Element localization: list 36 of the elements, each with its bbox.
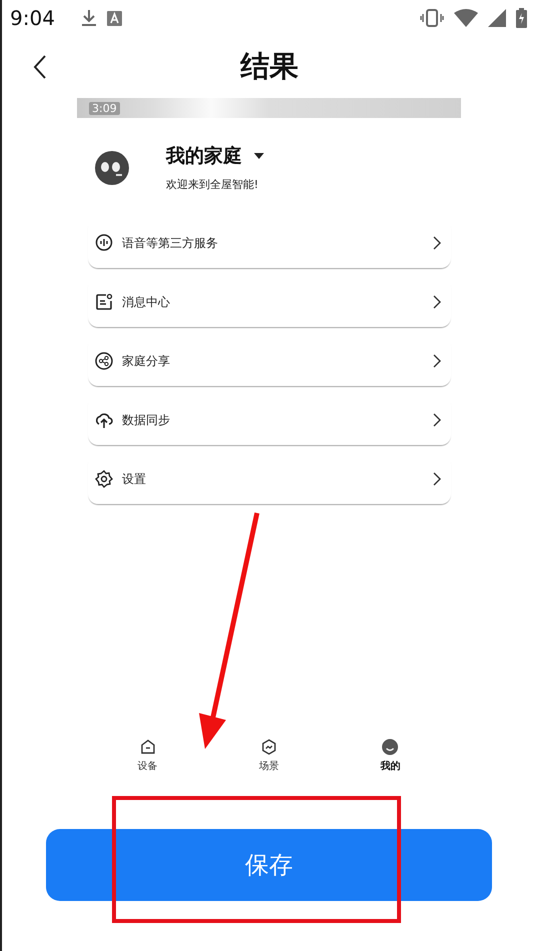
voice-icon: [95, 234, 113, 252]
page-title: 结果: [240, 48, 298, 85]
screenshot-status-time: 3:09: [89, 102, 120, 114]
chevron-right-icon: [433, 236, 441, 250]
nav-tab[interactable]: 设备: [118, 739, 178, 773]
profile-icon: [382, 739, 398, 755]
vibrate-icon: [420, 9, 444, 27]
chevron-right-icon: [433, 413, 441, 427]
message-icon: [95, 293, 113, 311]
share-icon: [95, 352, 113, 370]
welcome-text: 欢迎来到全屋智能!: [166, 177, 260, 192]
menu-item[interactable]: 消息中心: [88, 277, 451, 327]
back-icon[interactable]: [33, 55, 47, 79]
menu-item[interactable]: 数据同步: [88, 395, 451, 445]
signal-icon: [488, 9, 506, 27]
app-notification-icon: [106, 10, 122, 26]
family-name[interactable]: 我的家庭: [166, 143, 242, 169]
dropdown-caret-icon[interactable]: [254, 153, 264, 159]
cloud-upload-icon: [95, 411, 113, 429]
chevron-right-icon: [433, 354, 441, 368]
chevron-right-icon: [433, 295, 441, 309]
scene-icon: [260, 739, 277, 755]
chevron-right-icon: [433, 472, 441, 486]
menu-item[interactable]: 设置: [88, 454, 451, 504]
menu-item[interactable]: 语音等第三方服务: [88, 218, 451, 268]
status-time: 9:04: [10, 6, 55, 30]
wifi-icon: [454, 9, 478, 27]
nav-tab[interactable]: 我的: [360, 739, 420, 773]
download-icon: [80, 9, 97, 27]
menu-item[interactable]: 家庭分享: [88, 336, 451, 386]
battery-icon: [516, 8, 527, 28]
save-button[interactable]: 保存: [46, 829, 492, 901]
avatar-icon: [94, 150, 130, 186]
home-icon: [140, 739, 156, 755]
settings-icon: [95, 470, 113, 488]
nav-tab[interactable]: 场景: [238, 739, 299, 773]
